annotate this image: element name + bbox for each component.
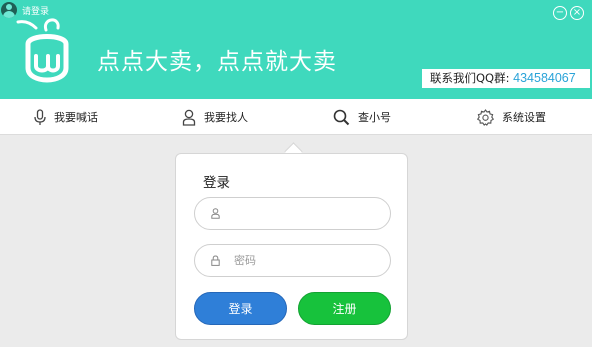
close-button[interactable]: ×	[570, 6, 584, 20]
slogan-text: 点点大卖，点点就大卖	[97, 49, 337, 75]
lock-icon	[211, 255, 220, 266]
microphone-icon	[34, 108, 46, 125]
qq-group-number[interactable]: 434584067	[513, 71, 576, 85]
mouse-logo-icon	[16, 18, 69, 83]
nav-item-settings[interactable]: 系统设置	[477, 99, 546, 135]
username-input[interactable]	[232, 206, 386, 221]
search-icon	[333, 109, 350, 125]
minimize-button[interactable]: −	[553, 6, 567, 20]
username-field[interactable]	[194, 197, 391, 230]
password-input[interactable]	[232, 253, 386, 268]
user-icon	[211, 208, 220, 219]
nav-label: 系统设置	[502, 111, 546, 124]
register-button[interactable]: 注册	[298, 292, 391, 325]
login-popup: 登录 登录 注册	[175, 153, 408, 340]
qq-group-label: 联系我们QQ群:	[430, 71, 510, 85]
qq-group-box: 联系我们QQ群: 434584067	[422, 69, 590, 88]
password-field[interactable]	[194, 244, 391, 277]
header-banner: 请登录 − × 点点大卖，点点就大卖 联系我们QQ群: 434584067	[0, 0, 592, 99]
login-button[interactable]: 登录	[194, 292, 287, 325]
nav-item-check-alt[interactable]: 查小号	[333, 99, 391, 135]
login-title: 登录	[203, 175, 230, 191]
nav-item-find-person[interactable]: 我要找人	[182, 99, 248, 135]
person-icon	[182, 109, 196, 126]
gear-icon	[477, 108, 494, 126]
nav-label: 我要找人	[204, 111, 248, 124]
nav-label: 我要喊话	[54, 111, 98, 124]
nav-label: 查小号	[358, 111, 391, 124]
nav-item-shout[interactable]: 我要喊话	[34, 99, 98, 135]
nav-bar: 我要喊话 我要找人 查小号 系统设置	[0, 99, 592, 135]
